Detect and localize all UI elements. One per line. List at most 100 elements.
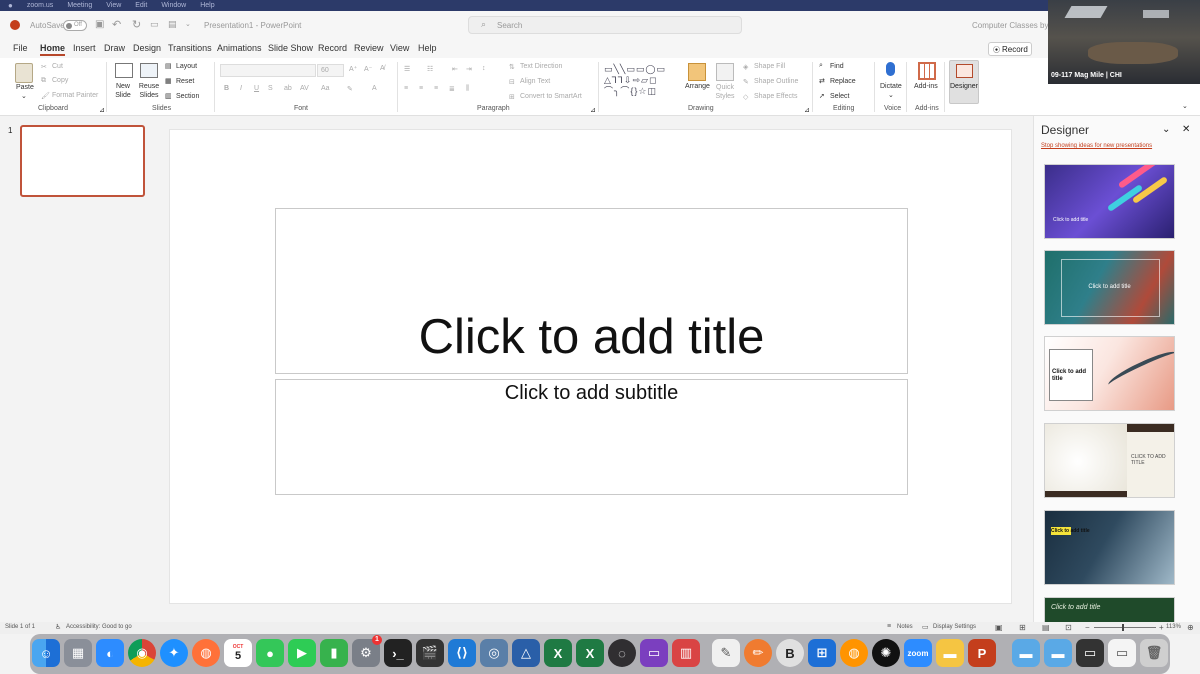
redo-icon[interactable]: ↻: [132, 18, 141, 31]
windows-app-icon[interactable]: ⊞: [808, 639, 836, 667]
shrink-font-icon[interactable]: A⁻: [364, 65, 372, 73]
reset-button[interactable]: Reset: [176, 78, 194, 85]
shape-fill-icon[interactable]: ◈: [743, 63, 748, 71]
tab-slide-show[interactable]: Slide Show: [268, 43, 313, 53]
align-left-icon[interactable]: ≡: [404, 85, 408, 92]
tab-draw[interactable]: Draw: [104, 43, 125, 53]
reading-view-icon[interactable]: ▤: [1042, 623, 1050, 632]
cut-button[interactable]: Cut: [52, 63, 63, 70]
system-settings-icon[interactable]: ⚙ 1: [352, 635, 382, 667]
replace-button[interactable]: Replace: [830, 78, 856, 85]
tab-help[interactable]: Help: [418, 43, 437, 53]
char-spacing-2-icon[interactable]: AV: [300, 85, 309, 92]
arrange-icon[interactable]: [688, 63, 706, 81]
finder-icon[interactable]: ☺: [32, 639, 60, 667]
select-button[interactable]: Select: [830, 93, 849, 100]
shape-effects-button[interactable]: Shape Effects: [754, 93, 797, 100]
shape-fill-button[interactable]: Shape Fill: [754, 63, 785, 70]
tab-transitions[interactable]: Transitions: [168, 43, 212, 53]
reuse-slides-button[interactable]: Reuse Slides: [138, 82, 160, 100]
section-button[interactable]: Section: [176, 93, 199, 100]
clipboard-launcher-icon[interactable]: ⊿: [99, 106, 105, 114]
justify-icon[interactable]: ≣: [449, 85, 455, 93]
powerpoint-icon[interactable]: P: [968, 639, 996, 667]
grow-font-icon[interactable]: A⁺: [349, 65, 357, 73]
layout-icon[interactable]: ▤: [165, 62, 172, 70]
tab-file[interactable]: File: [13, 43, 28, 53]
font-size-box[interactable]: 60: [317, 64, 344, 77]
zoom-in-icon[interactable]: +: [1159, 623, 1164, 632]
search-box[interactable]: ⌕ Search: [468, 16, 742, 34]
zoom-slider[interactable]: [1094, 624, 1156, 631]
drawing-launcher-icon[interactable]: ⊿: [804, 106, 810, 114]
paragraph-launcher-icon[interactable]: ⊿: [590, 106, 596, 114]
tab-review[interactable]: Review: [354, 43, 384, 53]
text-direction-icon[interactable]: ⇅: [509, 63, 515, 71]
shape-outline-icon[interactable]: ✎: [743, 78, 749, 86]
align-right-icon[interactable]: ≡: [434, 85, 438, 92]
menu-view[interactable]: View: [106, 2, 121, 9]
design-idea-card[interactable]: Click to add title: [1044, 336, 1175, 411]
smartart-icon[interactable]: ⊞: [509, 93, 515, 101]
design-idea-card[interactable]: CLICK TO ADD TITLE: [1044, 423, 1175, 498]
chatgpt-icon[interactable]: ✺: [872, 639, 900, 667]
tab-design[interactable]: Design: [133, 43, 161, 53]
align-text-button[interactable]: Align Text: [520, 78, 550, 85]
designer-collapse-icon[interactable]: ⌄: [1162, 124, 1170, 135]
slide-show-icon[interactable]: ⊡: [1065, 623, 1072, 632]
final-cut-icon[interactable]: 🎬: [416, 639, 444, 667]
section-icon[interactable]: ▥: [165, 92, 172, 100]
tab-insert[interactable]: Insert: [73, 43, 96, 53]
align-center-icon[interactable]: ≡: [419, 85, 423, 92]
dictate-button[interactable]: Dictate: [880, 83, 902, 90]
tab-record[interactable]: Record: [318, 43, 347, 53]
reset-icon[interactable]: ▦: [165, 77, 172, 85]
record-button[interactable]: ⦿ Record: [988, 42, 1032, 56]
accessibility-icon[interactable]: ♿: [55, 623, 61, 631]
zoom-workplace-icon[interactable]: zoom: [904, 639, 932, 667]
customize-qat-icon[interactable]: ⌄: [185, 20, 191, 28]
video-overlay[interactable]: 09-117 Mag Mile | CHI: [1048, 0, 1200, 84]
firefox-dev-icon[interactable]: ◍: [840, 639, 868, 667]
numbers-icon[interactable]: ▮: [320, 639, 348, 667]
textedit-icon[interactable]: ✎: [712, 639, 740, 667]
zoom-level[interactable]: 113%: [1166, 624, 1181, 630]
text-direction-button[interactable]: Text Direction: [520, 63, 562, 70]
highlight-icon[interactable]: ✎: [347, 85, 353, 93]
bbedit-icon[interactable]: B: [776, 639, 804, 667]
slide-thumbnail[interactable]: [20, 125, 145, 197]
menu-help[interactable]: Help: [200, 2, 214, 9]
clear-format-icon[interactable]: A̸: [380, 65, 385, 72]
apple-icon[interactable]: ●: [8, 1, 13, 10]
calendar-icon[interactable]: OCT 5: [224, 639, 252, 667]
normal-view-icon[interactable]: ▣: [995, 623, 1003, 632]
increase-indent-icon[interactable]: ⇥: [466, 65, 472, 73]
tab-animations[interactable]: Animations: [217, 43, 262, 53]
messages-icon[interactable]: ●: [256, 639, 284, 667]
zoom-out-icon[interactable]: −: [1085, 623, 1090, 632]
new-slide-icon[interactable]: [115, 63, 133, 78]
notes-icon[interactable]: ≡: [887, 623, 891, 630]
format-painter-button[interactable]: Format Painter: [52, 92, 98, 99]
menu-window[interactable]: Window: [161, 2, 186, 9]
terminal-icon[interactable]: ›_: [384, 639, 412, 667]
window-preview-2-icon[interactable]: ▭: [1108, 639, 1136, 667]
paste-icon[interactable]: [15, 63, 33, 83]
autosave-toggle[interactable]: Off: [63, 20, 87, 31]
safari-icon[interactable]: ✦: [160, 639, 188, 667]
accessibility-status[interactable]: Accessibility: Good to go: [66, 624, 132, 630]
quick-access-icon[interactable]: ▤: [168, 19, 177, 30]
case-icon[interactable]: Aa: [321, 85, 330, 92]
trash-icon[interactable]: 🗑: [1140, 639, 1168, 667]
undo-icon[interactable]: ↶: [112, 18, 121, 31]
addins-icon[interactable]: [918, 62, 936, 80]
find-button[interactable]: Find: [830, 63, 844, 70]
save-icon[interactable]: ▣: [95, 19, 104, 30]
present-icon[interactable]: ▭: [150, 19, 159, 30]
line-spacing-icon[interactable]: ↕: [482, 65, 486, 72]
network-icon[interactable]: ◎: [480, 639, 508, 667]
ribbon-collapse-icon[interactable]: ⌄: [1182, 102, 1188, 110]
display-settings-button[interactable]: Display Settings: [933, 624, 976, 630]
slide-sorter-icon[interactable]: ⊞: [1019, 623, 1026, 632]
folder-icon[interactable]: ▬: [936, 639, 964, 667]
